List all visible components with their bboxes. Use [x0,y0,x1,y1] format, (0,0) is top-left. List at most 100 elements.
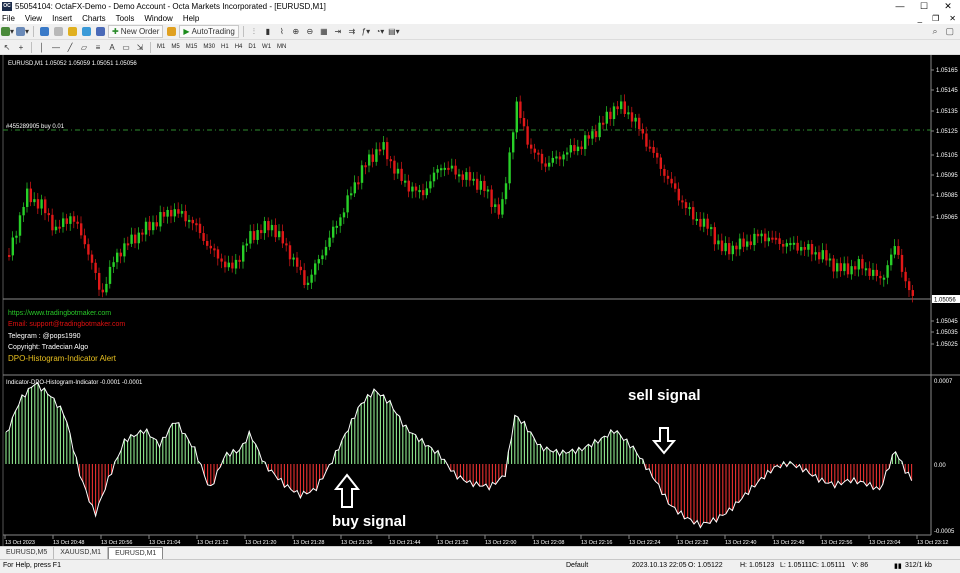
timeframe-w1[interactable]: W1 [259,44,274,50]
timeframe-h4[interactable]: H4 [232,44,246,50]
data-window-icon[interactable] [52,26,64,38]
candle-body [771,237,774,240]
text-label-icon[interactable]: ▭ [120,41,132,53]
candle-body [792,242,796,245]
zoom-in-icon[interactable]: ⊕ [290,26,302,38]
candle-body [224,261,227,268]
mdi-minimize-icon[interactable]: _ [918,13,922,24]
candle-body [389,159,392,162]
timeframe-m5[interactable]: M5 [168,44,182,50]
horizontal-line-icon[interactable]: — [50,41,62,53]
candle-body [699,218,702,227]
timeframe-m15[interactable]: M15 [183,44,201,50]
chart-shift-icon[interactable]: ⇥ [332,26,344,38]
tile-windows-icon[interactable]: ▦ [318,26,330,38]
chart-header: EURUSD,M1 1.05052 1.05059 1.05051 1.0505… [8,61,137,67]
timeframe-d1[interactable]: D1 [245,44,259,50]
close-icon[interactable]: ✕ [936,0,960,13]
candle-body [278,231,281,238]
profiles-icon[interactable]: ▾ [16,26,29,38]
candle-body [62,218,65,227]
candle-body [54,226,58,231]
candle-body [738,238,742,250]
fibonacci-icon[interactable]: ≡ [92,41,104,53]
candle-body [674,183,677,189]
line-chart-icon[interactable]: ⌇ [276,26,288,38]
market-watch-icon[interactable] [38,26,50,38]
candle-body [429,181,432,189]
candle-body [339,217,342,226]
candle-body [94,262,97,273]
chat-icon[interactable]: ▢ [945,26,954,37]
templates-icon[interactable]: ▤▾ [388,26,400,38]
menu-insert[interactable]: Insert [47,13,77,24]
terminal-icon[interactable] [80,26,92,38]
candle-body [879,275,882,279]
autoscroll-icon[interactable]: ⇉ [346,26,358,38]
periods-icon[interactable]: ◔▾ [374,26,386,38]
candle-body [566,152,569,155]
zoom-out-icon[interactable]: ⊖ [304,26,316,38]
search-icon[interactable]: ⌕ [932,26,937,37]
menu-view[interactable]: View [20,13,47,24]
candle-body [87,244,90,255]
bar-chart-icon[interactable]: ⫶ [248,26,260,38]
mdi-close-icon[interactable]: ✕ [949,13,956,24]
vertical-line-icon[interactable]: │ [36,41,48,53]
chart-canvas[interactable]: EURUSD,M1 1.05052 1.05059 1.05051 1.0505… [0,55,960,546]
menu-tools[interactable]: Tools [111,13,140,24]
timeframe-m30[interactable]: M30 [200,44,218,50]
cursor-icon[interactable]: ↖ [1,41,13,53]
arrows-icon[interactable]: ⇲ [134,41,146,53]
info-url: https://www.tradingbotmaker.com [8,310,111,317]
trendline-icon[interactable]: ╱ [64,41,76,53]
window-controls: — ☐ ✕ [888,0,960,13]
candle-body [51,214,54,231]
navigator-icon[interactable] [66,26,78,38]
minimize-icon[interactable]: — [888,0,912,13]
strategy-tester-icon[interactable] [94,26,106,38]
metaeditor-icon[interactable] [165,26,177,38]
indicators-icon[interactable]: ƒ▾ [360,26,372,38]
candle-body [605,111,608,124]
candle-body [90,254,94,263]
maximize-icon[interactable]: ☐ [912,0,936,13]
menu-window[interactable]: Window [139,13,177,24]
candle-body [357,182,360,185]
price-tick-label: 1.05125 [936,129,958,135]
chart-window[interactable]: EURUSD,M1 1.05052 1.05059 1.05051 1.0505… [0,55,960,546]
tab-xauusd-m1[interactable]: XAUUSD,M1 [54,547,109,559]
candle-body [310,274,313,283]
candle-body [206,240,209,246]
timeframe-m1[interactable]: M1 [154,44,168,50]
candlestick-icon[interactable]: ▮ [262,26,274,38]
candle-body [108,266,112,284]
autotrading-button[interactable]: ▶ AutoTrading [179,25,239,38]
menu-file[interactable]: File [0,13,20,24]
equidistant-channel-icon[interactable]: ▱ [78,41,90,53]
menu-help[interactable]: Help [178,13,204,24]
candle-body [292,257,295,260]
crosshair-icon[interactable]: + [15,41,27,53]
candle-body [861,259,864,269]
candle-body [540,153,544,164]
new-chart-icon[interactable]: ▾ [1,26,14,38]
text-icon[interactable]: A [106,41,118,53]
candle-body [112,262,115,267]
tab-eurusd-m5[interactable]: EURUSD,M5 [0,547,55,559]
candle-body [807,244,810,250]
candle-body [144,221,148,235]
candle-body [364,165,367,168]
mdi-restore-icon[interactable]: ❐ [932,13,939,24]
price-tick-label: 1.05085 [936,193,958,199]
timeframe-h1[interactable]: H1 [218,44,232,50]
candle-body [890,254,893,266]
timeframe-mn[interactable]: MN [274,44,289,50]
menu-charts[interactable]: Charts [77,13,111,24]
toolbar-divider [33,26,35,37]
new-order-button[interactable]: ✚ New Order [108,25,164,38]
candle-body [688,207,691,210]
tab-eurusd-m1[interactable]: EURUSD,M1 [108,547,164,559]
indicator-header: Indicator-DPO-Histogram-Indicator -0.000… [6,380,143,386]
candle-body [274,224,277,238]
